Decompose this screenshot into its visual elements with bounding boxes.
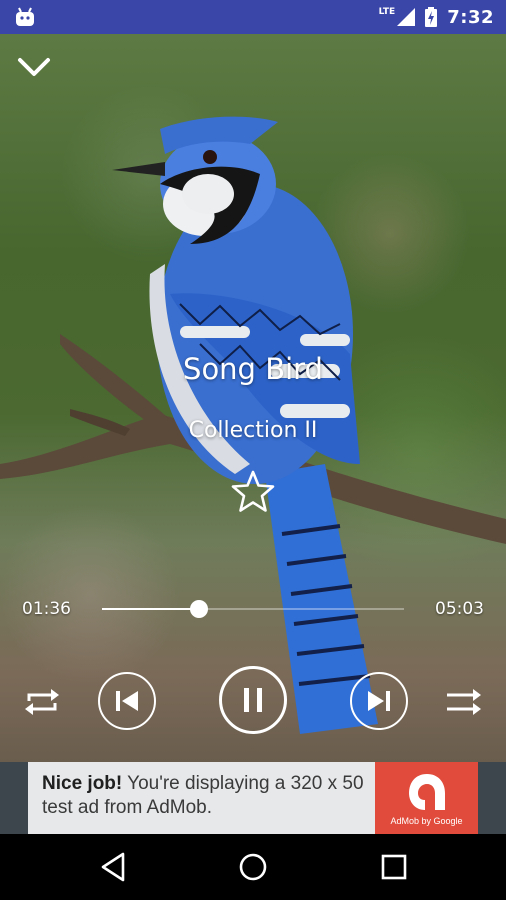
pause-icon	[244, 688, 262, 712]
album-art-bird-image	[0, 116, 506, 734]
navigation-bar	[0, 834, 506, 900]
admob-brand: AdMob by Google	[390, 816, 463, 826]
signal-icon	[397, 8, 416, 26]
skip-previous-icon	[116, 691, 138, 711]
skip-next-icon	[368, 691, 390, 711]
album-name: Collection II	[188, 418, 318, 443]
current-time: 01:36	[22, 599, 71, 619]
admob-logo: AdMob by Google	[375, 762, 478, 834]
chevron-down-icon[interactable]	[14, 52, 54, 82]
previous-button[interactable]	[98, 672, 156, 730]
android-debug-icon	[16, 7, 34, 26]
next-button[interactable]	[350, 672, 408, 730]
ad-banner[interactable]: Nice job! You're displaying a 320 x 50 t…	[0, 762, 506, 834]
shuffle-icon	[447, 689, 481, 715]
back-icon[interactable]	[97, 850, 131, 884]
ad-content[interactable]: Nice job! You're displaying a 320 x 50 t…	[28, 762, 478, 834]
total-time: 05:03	[435, 599, 484, 619]
pause-button[interactable]	[219, 666, 287, 734]
player-background: Song Bird Collection II 01:36 05:03	[0, 34, 506, 762]
seek-bar-thumb[interactable]	[189, 600, 208, 618]
ad-text: Nice job! You're displaying a 320 x 50 t…	[42, 772, 377, 820]
admob-mark-icon	[409, 774, 445, 810]
battery-charging-icon	[425, 7, 438, 27]
ad-headline: Nice job!	[42, 773, 123, 794]
status-bar: LTE 7:32	[0, 0, 506, 34]
song-title: Song Bird	[183, 352, 323, 386]
network-label: LTE	[378, 7, 396, 17]
home-icon[interactable]	[236, 850, 270, 884]
seek-bar[interactable]	[102, 600, 404, 618]
seek-bar-progress	[102, 608, 199, 610]
star-outline-icon[interactable]	[229, 468, 277, 516]
repeat-button[interactable]	[22, 682, 62, 722]
clock: 7:32	[447, 6, 494, 28]
repeat-icon	[25, 689, 59, 715]
shuffle-button[interactable]	[444, 682, 484, 722]
recent-apps-icon[interactable]	[377, 850, 411, 884]
